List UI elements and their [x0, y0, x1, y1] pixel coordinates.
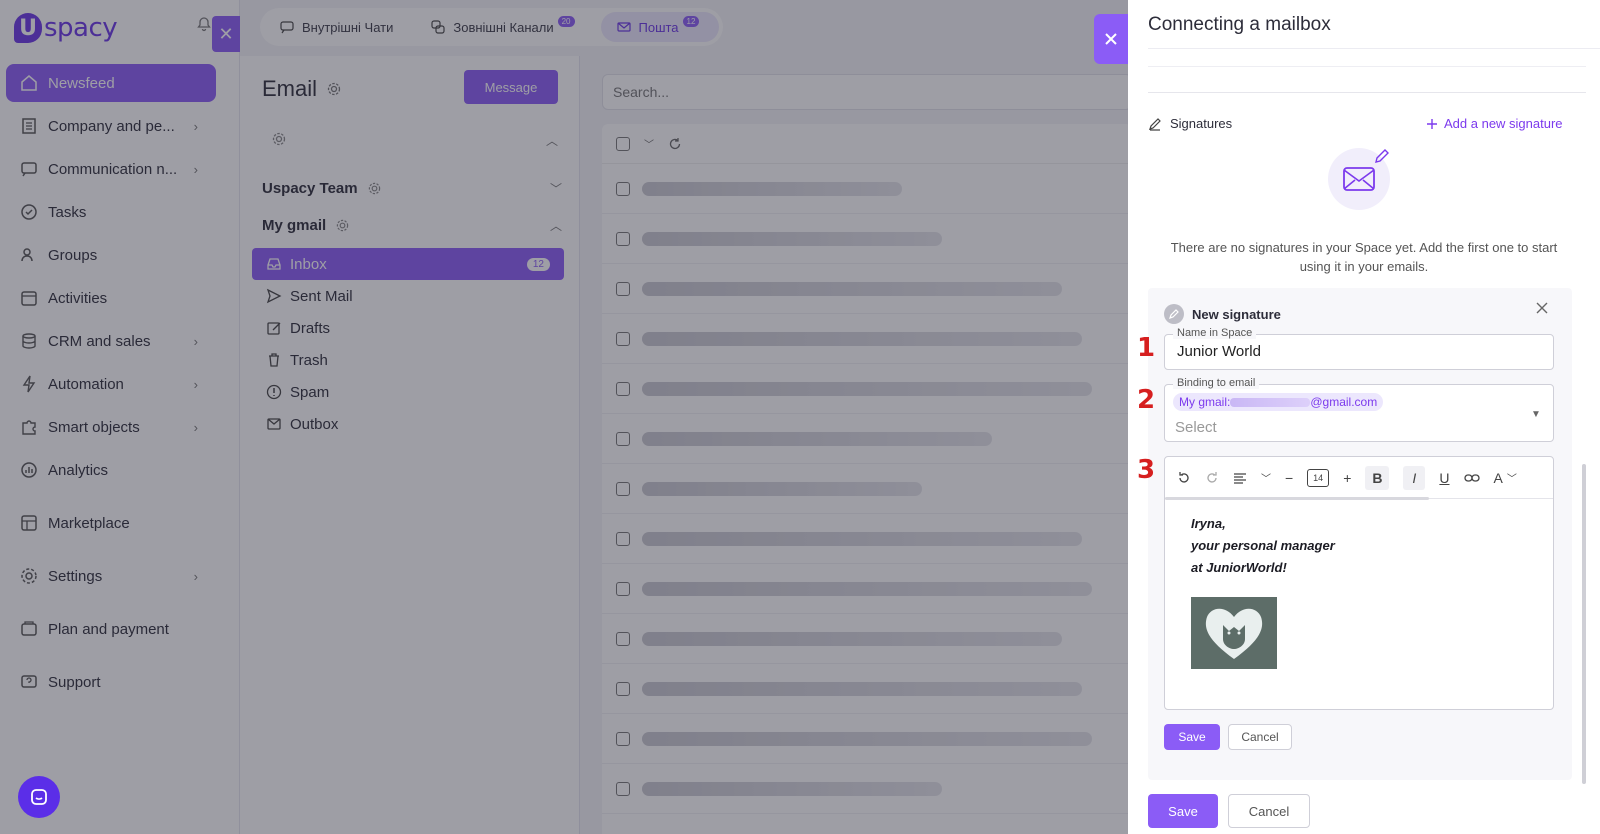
redo-icon[interactable] — [1205, 471, 1219, 485]
editor-toolbar-scrollbar[interactable] — [1165, 497, 1429, 500]
add-signature-button[interactable]: Add a new signature — [1426, 116, 1563, 131]
email-chip[interactable]: My gmail: @gmail.com — [1173, 393, 1384, 411]
chat-icon — [29, 787, 49, 807]
signature-save-button[interactable]: Save — [1164, 724, 1220, 750]
panel-title: Connecting a mailbox — [1148, 14, 1331, 35]
italic-button[interactable]: I — [1403, 465, 1426, 490]
pen-icon — [1148, 117, 1162, 131]
chevron-down-icon[interactable]: ﹀ — [1507, 470, 1517, 485]
field-value: Junior World — [1177, 343, 1261, 360]
close-icon[interactable] — [1536, 302, 1548, 314]
divider — [1148, 92, 1586, 93]
name-in-space-field[interactable]: Name in Space Junior World 1 — [1137, 327, 1554, 370]
signature-line: at JuniorWorld! — [1191, 560, 1287, 575]
signatures-heading: Signatures — [1148, 116, 1232, 131]
chip-suffix: @gmail.com — [1310, 395, 1378, 409]
signature-body[interactable]: Iryna, your personal manager at JuniorWo… — [1191, 513, 1335, 579]
pencil-icon — [1374, 148, 1390, 164]
bold-button[interactable]: B — [1365, 465, 1390, 490]
step-marker-1: 1 — [1137, 333, 1156, 363]
empty-state-text: There are no signatures in your Space ye… — [1170, 240, 1558, 274]
signature-logo-image[interactable] — [1191, 597, 1277, 669]
undo-icon[interactable] — [1177, 471, 1191, 485]
font-size-value[interactable]: 14 — [1307, 468, 1330, 487]
cancel-button[interactable]: Cancel — [1228, 794, 1310, 828]
link-icon[interactable] — [1463, 472, 1480, 484]
signature-icon — [1164, 304, 1184, 324]
step-marker-3: 3 — [1137, 455, 1156, 485]
signature-line: your personal manager — [1191, 538, 1335, 553]
modal-backdrop[interactable] — [0, 0, 1128, 834]
plus-icon — [1426, 118, 1438, 130]
select-placeholder: Select — [1175, 419, 1217, 436]
blurred-email — [1230, 398, 1311, 408]
button-label: Add a new signature — [1444, 116, 1563, 131]
font-size-increase-icon[interactable]: + — [1343, 470, 1351, 486]
section-label: Signatures — [1170, 116, 1233, 131]
panel-scrollbar[interactable] — [1582, 464, 1586, 784]
caret-down-icon: ▼ — [1531, 409, 1541, 420]
close-panel-button[interactable] — [1094, 14, 1128, 64]
envelope-icon — [1342, 166, 1376, 192]
align-icon[interactable] — [1233, 471, 1247, 485]
connect-mailbox-panel: Connecting a mailbox Signatures Add a ne… — [1128, 0, 1600, 834]
heading-label: New signature — [1192, 306, 1281, 322]
close-icon — [1104, 32, 1118, 46]
underline-button[interactable]: U — [1439, 470, 1449, 486]
divider — [1148, 66, 1586, 67]
signature-editor[interactable]: 3 ﹀ − 14 + B I U A ﹀ Iryna, your persona… — [1137, 455, 1554, 710]
new-signature-heading: New signature — [1164, 304, 1281, 324]
chevron-down-icon[interactable]: ﹀ — [1261, 470, 1271, 485]
binding-to-email-select[interactable]: Binding to email My gmail: @gmail.com Sel… — [1137, 377, 1554, 442]
support-chat-button[interactable] — [18, 776, 60, 818]
font-size-decrease-icon[interactable]: − — [1285, 470, 1293, 486]
field-label: Binding to email — [1173, 377, 1260, 389]
heart-logo-icon — [1205, 608, 1263, 659]
signature-cancel-button[interactable]: Cancel — [1228, 724, 1292, 750]
divider — [1148, 48, 1600, 49]
field-label: Name in Space — [1173, 327, 1257, 339]
signature-line: Iryna, — [1191, 516, 1226, 531]
new-signature-form: New signature Name in Space Junior World… — [1137, 288, 1572, 780]
step-marker-2: 2 — [1137, 385, 1156, 415]
editor-toolbar: ﹀ − 14 + B I U A ﹀ — [1165, 457, 1553, 499]
save-button[interactable]: Save — [1148, 794, 1218, 828]
chip-prefix: My gmail: — [1179, 395, 1231, 409]
text-color-button[interactable]: A — [1494, 470, 1503, 486]
